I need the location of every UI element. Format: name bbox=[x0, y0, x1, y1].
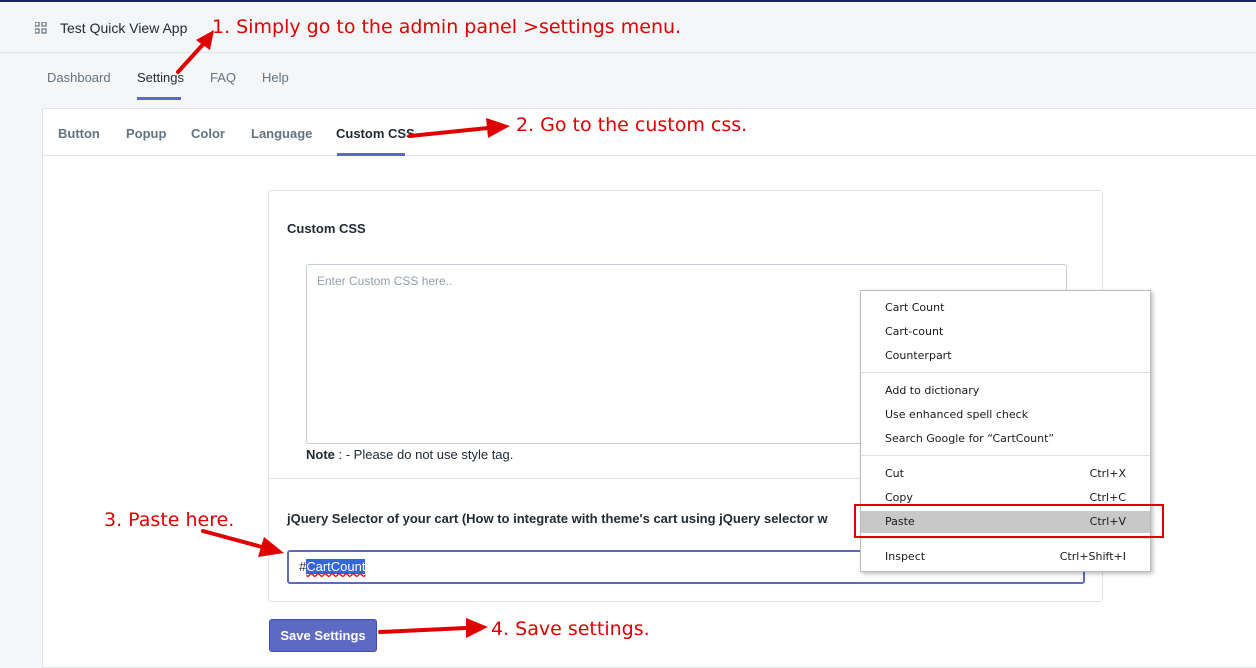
tab-button[interactable]: Button bbox=[58, 126, 100, 141]
menu-item-suggestion[interactable]: Counterpart bbox=[861, 345, 1150, 367]
main-nav: Dashboard Settings FAQ Help bbox=[0, 53, 1256, 101]
annotation-step-1: 1. Simply go to the admin panel >setting… bbox=[212, 16, 682, 38]
nav-help[interactable]: Help bbox=[262, 70, 289, 85]
menu-item-inspect[interactable]: Inspect Ctrl+Shift+I bbox=[861, 546, 1150, 568]
tab-custom-css[interactable]: Custom CSS bbox=[336, 126, 415, 141]
selector-value: CartCount bbox=[306, 559, 366, 574]
cut-label: Cut bbox=[885, 467, 904, 480]
nav-settings[interactable]: Settings bbox=[137, 70, 184, 85]
save-settings-button[interactable]: Save Settings bbox=[269, 619, 377, 652]
note-text: : - Please do not use style tag. bbox=[334, 447, 514, 462]
annotation-step-3: 3. Paste here. bbox=[104, 509, 235, 531]
tab-language[interactable]: Language bbox=[251, 126, 312, 141]
copy-label: Copy bbox=[885, 491, 913, 504]
menu-separator bbox=[861, 455, 1150, 456]
custom-css-note: Note : - Please do not use style tag. bbox=[306, 447, 513, 462]
inspect-shortcut: Ctrl+Shift+I bbox=[1059, 550, 1126, 563]
menu-item-suggestion[interactable]: Cart-count bbox=[861, 321, 1150, 343]
menu-item-cut[interactable]: Cut Ctrl+X bbox=[861, 463, 1150, 485]
menu-separator bbox=[861, 538, 1150, 539]
tab-active-indicator bbox=[337, 153, 405, 156]
app-title: Test Quick View App bbox=[60, 20, 188, 36]
apps-icon bbox=[35, 22, 47, 34]
menu-separator bbox=[861, 372, 1150, 373]
note-label: Note bbox=[306, 447, 335, 462]
paste-highlight-box bbox=[854, 504, 1164, 538]
inspect-label: Inspect bbox=[885, 550, 926, 563]
nav-dashboard[interactable]: Dashboard bbox=[47, 70, 111, 85]
menu-item-add-dictionary[interactable]: Add to dictionary bbox=[861, 380, 1150, 402]
tab-popup[interactable]: Popup bbox=[126, 126, 166, 141]
nav-faq[interactable]: FAQ bbox=[210, 70, 236, 85]
custom-css-title: Custom CSS bbox=[287, 221, 366, 236]
cart-selector-label: jQuery Selector of your cart (How to int… bbox=[287, 511, 828, 526]
menu-item-enhanced-spell[interactable]: Use enhanced spell check bbox=[861, 404, 1150, 426]
annotation-step-2: 2. Go to the custom css. bbox=[516, 114, 748, 136]
menu-item-search-google[interactable]: Search Google for “CartCount” bbox=[861, 428, 1150, 450]
annotation-step-4: 4. Save settings. bbox=[491, 618, 650, 640]
cut-shortcut: Ctrl+X bbox=[1089, 467, 1126, 480]
menu-item-suggestion[interactable]: Cart Count bbox=[861, 297, 1150, 319]
nav-active-indicator bbox=[137, 97, 181, 100]
tab-color[interactable]: Color bbox=[191, 126, 225, 141]
